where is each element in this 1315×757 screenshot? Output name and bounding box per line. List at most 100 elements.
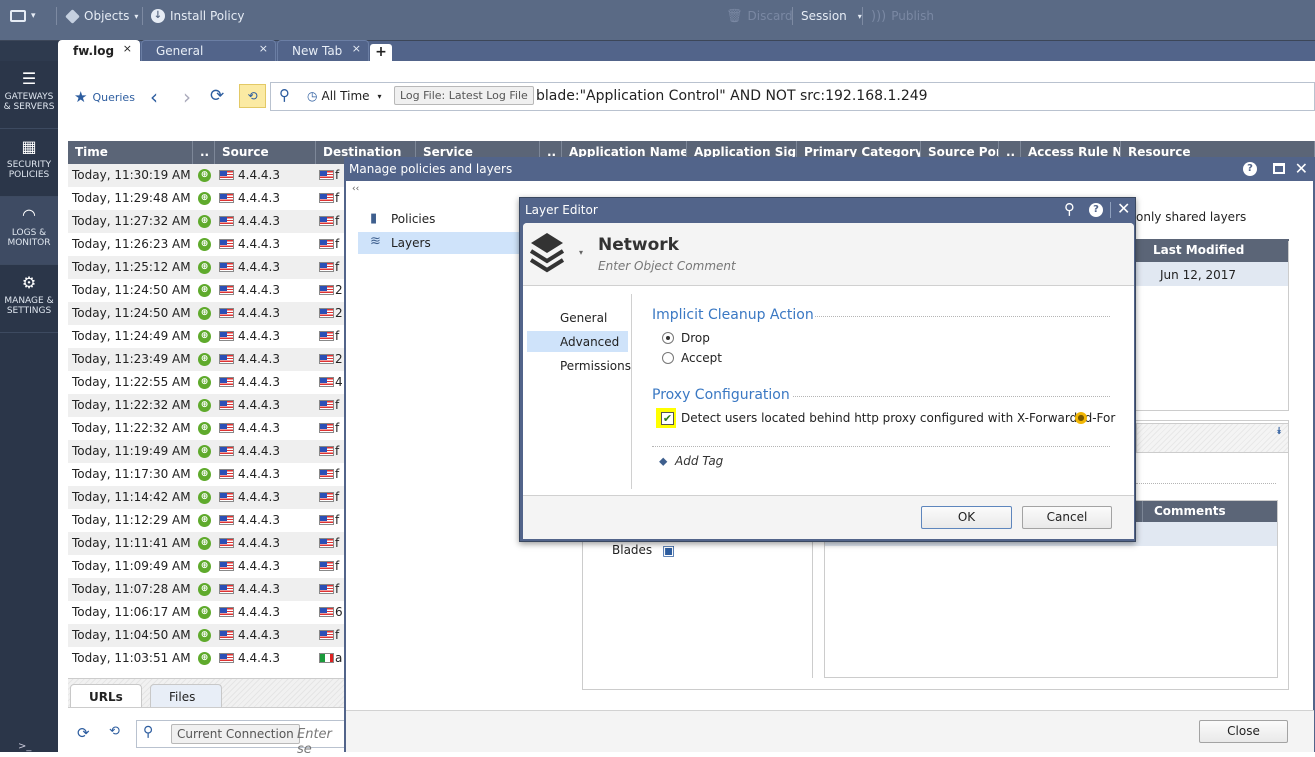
table-row[interactable]: Today, 11:30:19 AM ⊕ 4.4.4.3 f — [68, 164, 345, 187]
time-filter-dropdown[interactable]: ◷ All Time ▾ — [307, 89, 382, 103]
current-connection-chip[interactable]: Current Connection — [171, 724, 300, 744]
time-cell: Today, 11:06:17 AM — [72, 605, 191, 619]
nav-manage-settings[interactable]: ⚙ MANAGE & SETTINGS — [0, 265, 58, 333]
table-row[interactable]: Today, 11:26:23 AM ⊕ 4.4.4.3 f — [68, 233, 345, 256]
objects-menu-button[interactable]: Objects ▾ — [65, 8, 138, 24]
table-row[interactable]: Today, 11:24:50 AM ⊕ 4.4.4.3 2 — [68, 279, 345, 302]
time-cell: Today, 11:27:32 AM — [72, 214, 191, 228]
search-icon[interactable]: ⚲ — [279, 86, 290, 104]
us-flag-icon — [319, 262, 334, 272]
column-header-time[interactable]: Time — [68, 141, 193, 164]
close-icon[interactable]: × — [123, 38, 132, 59]
query-text-input[interactable]: blade:"Application Control" AND NOT src:… — [536, 88, 928, 104]
new-tab-button[interactable]: + — [370, 44, 392, 61]
close-icon[interactable]: ✕ — [1295, 157, 1308, 181]
table-row[interactable]: Today, 11:27:32 AM ⊕ 4.4.4.3 f — [68, 210, 345, 233]
tab-fw-log[interactable]: fw.log × — [58, 40, 140, 61]
table-row[interactable]: Today, 11:25:12 AM ⊕ 4.4.4.3 f — [68, 256, 345, 279]
radio-drop[interactable] — [662, 332, 674, 344]
tab-urls[interactable]: URLs — [70, 684, 142, 708]
close-icon[interactable]: × — [259, 38, 268, 59]
ok-button[interactable]: OK — [921, 506, 1012, 529]
table-row[interactable]: Today, 11:12:29 AM ⊕ 4.4.4.3 f — [68, 509, 345, 532]
add-tag-link[interactable]: Add Tag — [675, 454, 723, 468]
column-header-comments[interactable]: Comments — [1142, 501, 1226, 522]
refresh-icon[interactable]: ⟳ — [77, 724, 90, 742]
app-menu-button[interactable]: ▾ — [10, 8, 36, 24]
table-row[interactable]: Today, 11:22:32 AM ⊕ 4.4.4.3 f — [68, 417, 345, 440]
log-file-chip[interactable]: Log File: Latest Log File — [394, 86, 534, 105]
search-icon[interactable]: ⚲ — [143, 724, 153, 740]
icon-dropdown-icon[interactable]: ▾ — [579, 248, 583, 257]
details-search-input[interactable]: Enter se — [297, 727, 350, 757]
table-row[interactable]: Today, 11:03:51 AM ⊕ 4.4.4.3 a — [68, 647, 345, 670]
install-policy-button[interactable]: ↓ Install Policy — [151, 8, 244, 24]
column-header-last-modified[interactable]: Last Modified — [1153, 243, 1244, 257]
blades-icon[interactable]: ▣ — [662, 543, 675, 559]
column-header-source[interactable]: Source — [215, 141, 316, 164]
refresh-icon[interactable]: ⟳ — [210, 86, 224, 106]
table-row[interactable]: Today, 11:11:41 AM ⊕ 4.4.4.3 f — [68, 532, 345, 555]
table-row[interactable]: Today, 11:24:49 AM ⊕ 4.4.4.3 f — [68, 325, 345, 348]
radio-accept[interactable] — [662, 352, 674, 364]
table-row[interactable]: Today, 11:07:28 AM ⊕ 4.4.4.3 f — [68, 578, 345, 601]
source-cell: 4.4.4.3 — [238, 168, 280, 182]
tab-files[interactable]: Files — [150, 684, 222, 708]
tab-new-tab[interactable]: New Tab × — [277, 40, 369, 61]
forward-arrow-icon[interactable]: › — [183, 85, 191, 109]
nav-gateways-servers[interactable]: ☰ GATEWAYS & SERVERS — [0, 61, 58, 129]
back-arrow-icon[interactable]: ‹ — [150, 85, 158, 109]
time-cell: Today, 11:30:19 AM — [72, 168, 191, 182]
layers-grid-row[interactable]: Jun 12, 2017 — [1136, 262, 1289, 286]
table-row[interactable]: Today, 11:04:50 AM ⊕ 4.4.4.3 f — [68, 624, 345, 647]
close-icon[interactable]: ✕ — [1117, 199, 1130, 218]
table-row[interactable]: Today, 11:24:50 AM ⊕ 4.4.4.3 2 — [68, 302, 345, 325]
query-search-box[interactable]: ⚲ ◷ All Time ▾ Log File: Latest Log File… — [270, 82, 1315, 111]
accept-action-icon: ⊕ — [198, 169, 211, 182]
table-row[interactable]: Today, 11:09:49 AM ⊕ 4.4.4.3 f — [68, 555, 345, 578]
table-row[interactable]: Today, 11:19:49 AM ⊕ 4.4.4.3 f — [68, 440, 345, 463]
queries-button[interactable]: ★ Queries — [74, 88, 135, 106]
table-row[interactable]: Today, 11:22:55 AM ⊕ 4.4.4.3 4 — [68, 371, 345, 394]
object-comment-field[interactable]: Enter Object Comment — [598, 259, 736, 273]
nav-advanced[interactable]: Advanced — [527, 331, 628, 352]
table-row[interactable]: Today, 11:14:42 AM ⊕ 4.4.4.3 f — [68, 486, 345, 509]
close-button[interactable]: Close — [1199, 720, 1288, 743]
layer-name-field[interactable]: Network — [598, 235, 679, 255]
help-icon[interactable]: ? — [1243, 162, 1257, 176]
terminal-icon[interactable]: >_ — [18, 741, 31, 752]
collapse-icon[interactable]: ‹‹ — [352, 184, 359, 194]
publish-button[interactable]: ))) Publish — [871, 8, 934, 24]
radio-accept-label[interactable]: Accept — [681, 351, 722, 365]
table-row[interactable]: Today, 11:29:48 AM ⊕ 4.4.4.3 f — [68, 187, 345, 210]
discard-button[interactable]: 🗑 Discard — [726, 8, 793, 24]
table-row[interactable]: Today, 11:23:49 AM ⊕ 4.4.4.3 2 — [68, 348, 345, 371]
tab-general-overview[interactable]: General Overview × — [141, 38, 276, 79]
table-row[interactable]: Today, 11:22:32 AM ⊕ 4.4.4.3 f — [68, 394, 345, 417]
nav-permissions[interactable]: Permissions — [560, 359, 631, 373]
search-icon[interactable]: ⚲ — [1064, 200, 1075, 218]
help-icon[interactable]: ? — [1089, 203, 1103, 217]
detect-proxy-users-label[interactable]: Detect users located behind http proxy c… — [681, 411, 1115, 425]
detect-proxy-users-checkbox[interactable]: ✔ — [661, 412, 674, 425]
collapse-down-icon[interactable]: ⯯ — [1276, 426, 1282, 437]
us-flag-icon — [319, 469, 334, 479]
nav-layers-label: Layers — [391, 236, 431, 250]
maximize-icon[interactable] — [1273, 163, 1285, 174]
nav-policies[interactable]: ▮ Policies — [358, 208, 518, 231]
column-header-action[interactable]: .. — [193, 141, 215, 164]
auto-refresh-toggle[interactable]: ⟲ — [239, 84, 266, 108]
nav-security-policies[interactable]: ▦ SECURITY POLICIES — [0, 129, 58, 197]
lightbulb-icon[interactable]: ● — [1075, 412, 1087, 424]
radio-drop-label[interactable]: Drop — [681, 331, 710, 345]
nav-logs-monitor[interactable]: ◠ LOGS & MONITOR — [0, 197, 58, 265]
table-row[interactable]: Today, 11:17:30 AM ⊕ 4.4.4.3 f — [68, 463, 345, 486]
nav-layers[interactable]: ≋ Layers — [358, 232, 520, 254]
session-menu-button[interactable]: Session ▾ — [801, 8, 862, 24]
close-icon[interactable]: × — [352, 38, 361, 59]
cancel-button[interactable]: Cancel — [1022, 506, 1112, 529]
nav-general[interactable]: General — [560, 311, 607, 325]
table-row[interactable]: Today, 11:06:17 AM ⊕ 4.4.4.3 6 — [68, 601, 345, 624]
auto-refresh-icon[interactable]: ⟲ — [109, 724, 120, 739]
details-search-box[interactable]: ⚲ Current Connection Enter se — [136, 720, 351, 757]
